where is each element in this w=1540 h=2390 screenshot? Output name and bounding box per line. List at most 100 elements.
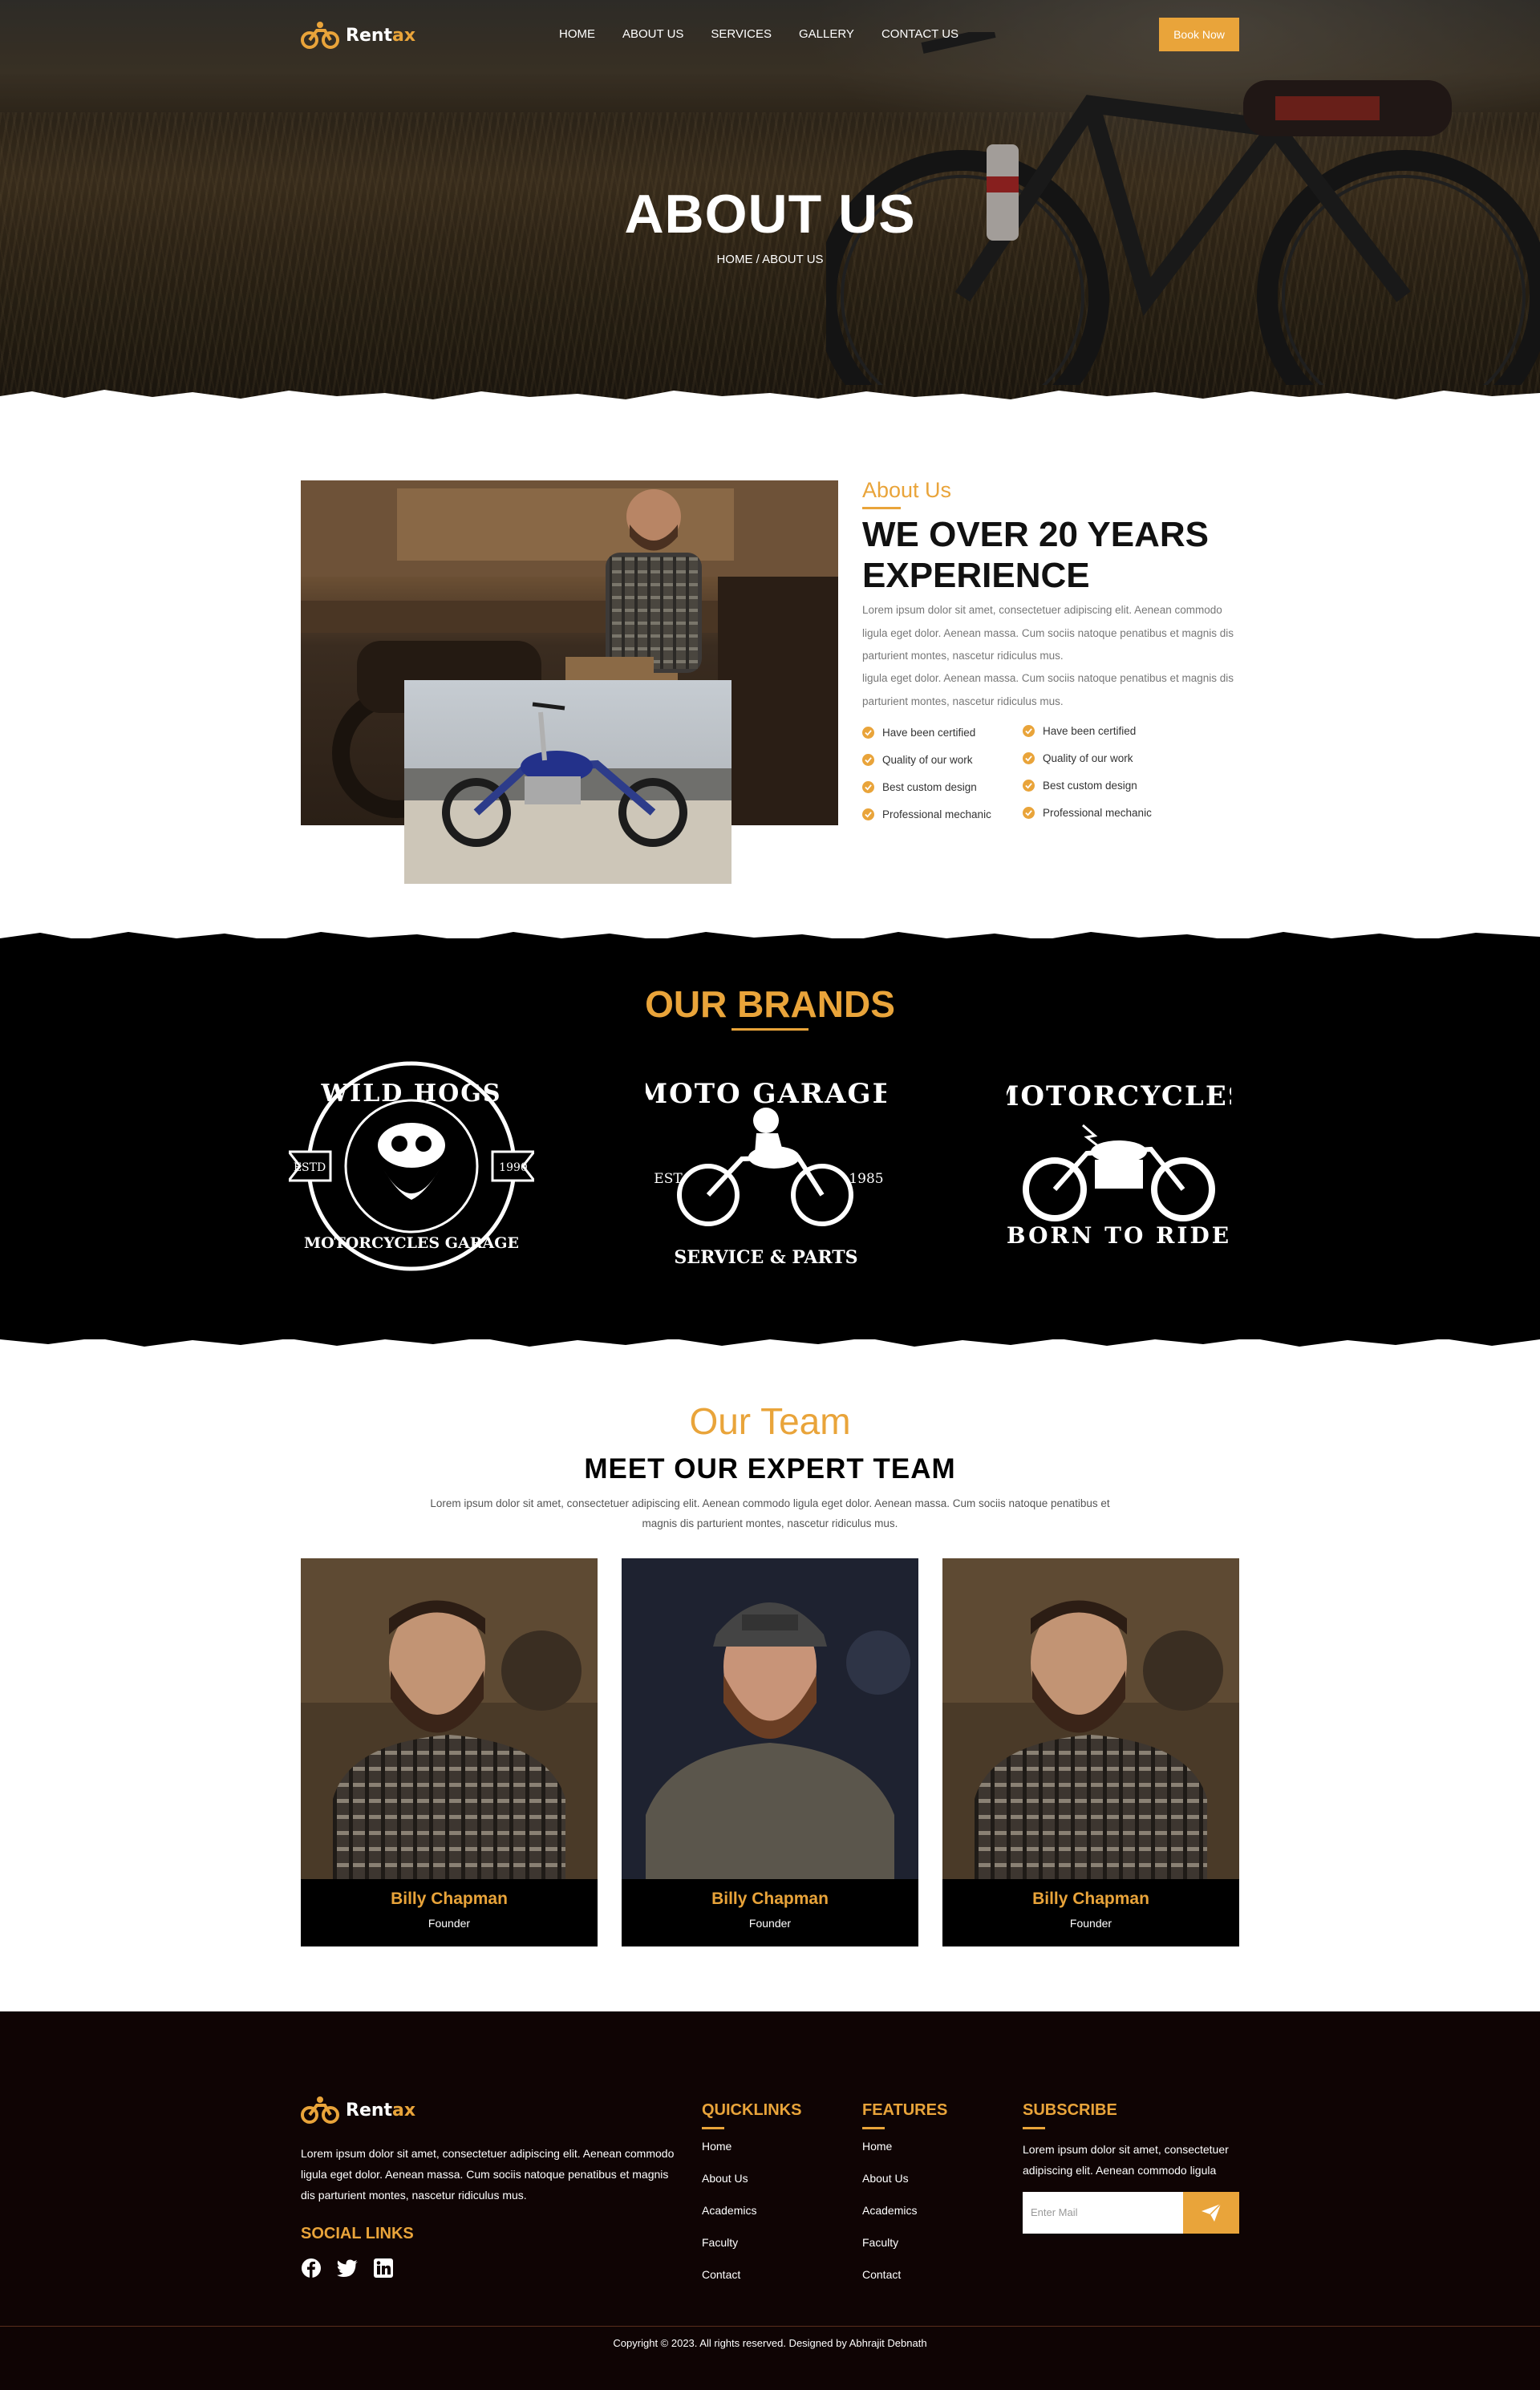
nav-services[interactable]: SERVICES — [711, 27, 772, 41]
check-icon — [862, 781, 874, 793]
book-now-button[interactable]: Book Now — [1159, 18, 1239, 51]
moto-garage-logo[interactable]: MOTO GARAGE EST 1985 SERVICE & PARTS — [646, 1063, 886, 1279]
footer-link-academics[interactable]: Academics — [862, 2204, 917, 2217]
footer-brand-logo[interactable]: Rentax — [301, 2096, 415, 2125]
team-member-name: Billy Chapman — [711, 1890, 829, 1908]
page-title: ABOUT US — [624, 184, 916, 245]
about-heading: WE OVER 20 YEARS EXPERIENCE — [862, 515, 1209, 595]
footer-link-contact[interactable]: Contact — [862, 2268, 901, 2281]
twitter-icon[interactable] — [336, 2258, 359, 2279]
team-member-name: Billy Chapman — [1032, 1890, 1149, 1908]
feature-item: Best custom design — [1023, 780, 1137, 792]
team-member-photo — [301, 1558, 598, 1879]
about-subtitle: About Us — [862, 478, 952, 502]
team-card[interactable]: Billy Chapman Founder — [942, 1558, 1239, 1946]
breadcrumb: HOME / ABOUT US — [716, 253, 824, 266]
team-card[interactable]: Billy Chapman Founder — [301, 1558, 598, 1946]
logo-text: MOTORCYCLES GARAGE — [304, 1234, 519, 1252]
footer-link-faculty[interactable]: Faculty — [862, 2236, 898, 2249]
feature-item: Professional mechanic — [862, 808, 991, 820]
feature-item: Have been certified — [862, 727, 975, 739]
logo-text: MOTO GARAGE — [646, 1078, 886, 1110]
hero-banner: Rentax HOME ABOUT US SERVICES GALLERY CO… — [0, 0, 1540, 401]
feature-item: Quality of our work — [862, 754, 973, 766]
email-input[interactable]: Enter Mail — [1023, 2192, 1183, 2234]
brands-title: OUR BRANDS — [645, 983, 895, 1025]
send-icon — [1202, 2203, 1222, 2222]
nav-gallery[interactable]: GALLERY — [799, 27, 854, 41]
motorcycle-photo — [404, 680, 732, 884]
footer-link-about-us[interactable]: About Us — [862, 2172, 909, 2185]
logo-text: 1990 — [499, 1161, 528, 1174]
logo-text: 1985 — [849, 1171, 883, 1187]
check-icon — [862, 754, 874, 766]
torn-edge-divider — [0, 390, 1540, 415]
footer-divider — [0, 2326, 1540, 2327]
torn-edge-divider — [0, 932, 1540, 946]
team-member-name: Billy Chapman — [391, 1890, 508, 1908]
wild-hogs-logo[interactable]: WILD HOGS ESTD 1990 MOTORCYCLES GARAGE — [289, 1057, 534, 1275]
subscribe-text: Lorem ipsum dolor sit amet, consectetuer… — [1023, 2143, 1229, 2177]
footer-link-home[interactable]: Home — [862, 2140, 892, 2153]
team-card[interactable]: Billy Chapman Founder — [622, 1558, 918, 1946]
footer-link-faculty[interactable]: Faculty — [702, 2236, 738, 2249]
motorcycle-logo-icon — [301, 22, 339, 49]
features-heading: FEATURES — [862, 2101, 948, 2119]
nav-home[interactable]: HOME — [559, 27, 595, 41]
social-links-heading: SOCIAL LINKS — [301, 2225, 414, 2242]
logo-text: MOTORCYCLES — [1007, 1080, 1231, 1112]
social-links — [301, 2258, 394, 2279]
footer-link-home[interactable]: Home — [702, 2140, 732, 2153]
about-paragraph-1: Lorem ipsum dolor sit amet, consectetuer… — [862, 604, 1234, 662]
team-heading: MEET OUR EXPERT TEAM — [584, 1453, 956, 1485]
logo-text: WILD HOGS — [320, 1080, 501, 1108]
check-icon — [862, 727, 874, 739]
torn-edge-divider — [0, 1331, 1540, 1347]
check-icon — [862, 808, 874, 820]
motorcycle-logo-icon — [301, 2096, 339, 2124]
check-icon — [1023, 752, 1035, 764]
quicklinks-underline — [702, 2127, 724, 2129]
footer-link-academics[interactable]: Academics — [702, 2204, 756, 2217]
brand-logo[interactable]: Rentax — [301, 21, 415, 50]
main-navbar: Rentax HOME ABOUT US SERVICES GALLERY CO… — [301, 18, 1239, 53]
nav-about-us[interactable]: ABOUT US — [622, 27, 683, 41]
brand-name: Rentax — [346, 2100, 416, 2121]
footer-link-contact[interactable]: Contact — [702, 2268, 740, 2281]
feature-item: Quality of our work — [1023, 752, 1133, 764]
subscribe-button[interactable] — [1183, 2192, 1239, 2234]
nav-menu: HOME ABOUT US SERVICES GALLERY CONTACT U… — [559, 27, 958, 41]
quicklinks-heading: QUICKLINKS — [702, 2101, 802, 2119]
team-member-role: Founder — [1069, 1917, 1112, 1930]
feature-item: Have been certified — [1023, 725, 1136, 737]
footer-about-text: Lorem ipsum dolor sit amet, consectetuer… — [301, 2147, 675, 2202]
motorcycles-born-to-ride-logo[interactable]: MOTORCYCLES BORN TO RIDE — [1007, 1065, 1231, 1258]
about-underline — [862, 507, 901, 509]
team-member-photo — [622, 1558, 918, 1879]
logo-text: ESTD — [294, 1161, 326, 1174]
check-icon — [1023, 780, 1035, 792]
brands-underline — [732, 1028, 808, 1031]
subscribe-underline — [1023, 2127, 1045, 2129]
footer-link-about-us[interactable]: About Us — [702, 2172, 748, 2185]
facebook-icon[interactable] — [301, 2258, 322, 2279]
check-icon — [1023, 807, 1035, 819]
linkedin-icon[interactable] — [373, 2258, 394, 2279]
team-member-role: Founder — [428, 1917, 471, 1930]
logo-text: SERVICE & PARTS — [674, 1247, 857, 1268]
page: Rentax HOME ABOUT US SERVICES GALLERY CO… — [0, 0, 1540, 2390]
logo-text: EST — [654, 1171, 683, 1187]
feature-item: Professional mechanic — [1023, 807, 1152, 819]
subscribe-heading: SUBSCRIBE — [1023, 2101, 1117, 2119]
check-icon — [1023, 725, 1035, 737]
copyright-text: Copyright © 2023. All rights reserved. D… — [613, 2337, 927, 2349]
feature-item: Best custom design — [862, 781, 977, 793]
team-description: Lorem ipsum dolor sit amet, consectetuer… — [430, 1497, 1110, 1529]
team-member-photo — [942, 1558, 1239, 1879]
nav-contact-us[interactable]: CONTACT US — [881, 27, 958, 41]
brand-name: Rentax — [346, 25, 416, 46]
features-underline — [862, 2127, 885, 2129]
team-subtitle: Our Team — [689, 1400, 851, 1442]
team-member-role: Founder — [748, 1917, 792, 1930]
site-footer — [0, 2011, 1540, 2390]
